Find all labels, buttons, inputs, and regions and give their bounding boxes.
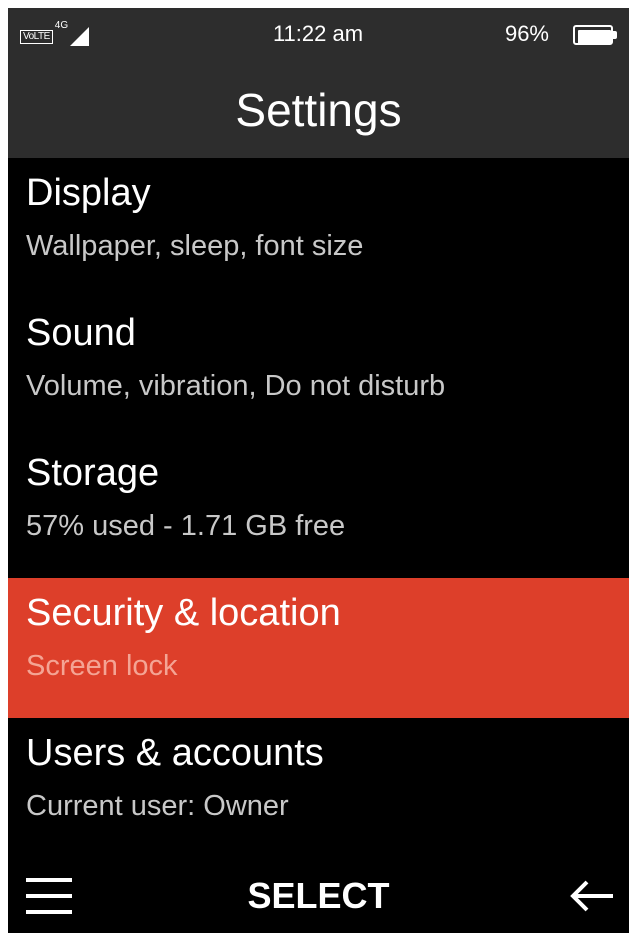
settings-item-security-location[interactable]: Security & location Screen lock [8, 578, 629, 718]
menu-icon[interactable] [26, 876, 72, 916]
status-time: 11:22 am [272, 21, 364, 46]
battery-tip [613, 31, 617, 39]
menu-icon-line [26, 910, 72, 914]
settings-item-sound[interactable]: Sound Volume, vibration, Do not disturb [8, 298, 629, 438]
settings-item-title: Sound [26, 312, 136, 354]
menu-icon-line [26, 878, 72, 882]
battery-percent: 96% [504, 21, 549, 46]
battery-fill [578, 30, 611, 44]
settings-list: Display Wallpaper, sleep, font size Soun… [8, 158, 629, 858]
settings-item-display[interactable]: Display Wallpaper, sleep, font size [8, 158, 629, 298]
settings-item-subtitle: 57% used - 1.71 GB free [26, 510, 346, 542]
status-indicators: VoLTE 4G [20, 21, 90, 47]
settings-item-subtitle: Wallpaper, sleep, font size [26, 230, 364, 262]
select-softkey[interactable]: SELECT [168, 876, 469, 916]
app-header: Settings [8, 60, 629, 158]
menu-icon-line [26, 894, 72, 898]
settings-item-title: Users & accounts [26, 732, 324, 774]
network-type-label: 4G [54, 20, 69, 31]
settings-item-title: Display [26, 172, 151, 214]
softkey-bar: SELECT [8, 858, 629, 933]
settings-item-storage[interactable]: Storage 57% used - 1.71 GB free [8, 438, 629, 578]
battery-icon [573, 25, 619, 45]
back-arrow-icon[interactable] [569, 878, 615, 914]
settings-item-subtitle: Screen lock [26, 650, 178, 682]
page-title: Settings [235, 84, 402, 136]
settings-item-subtitle: Current user: Owner [26, 790, 289, 822]
volte-icon: VoLTE [20, 30, 53, 44]
settings-item-subtitle: Volume, vibration, Do not disturb [26, 370, 446, 402]
phone-screen: VoLTE 4G 11:22 am 96% Settings Display W… [8, 8, 629, 933]
settings-item-title: Storage [26, 452, 160, 494]
battery-body [573, 25, 613, 45]
settings-item-title: Security & location [26, 592, 341, 634]
signal-icon [70, 27, 90, 46]
settings-item-users-accounts[interactable]: Users & accounts Current user: Owner [8, 718, 629, 858]
status-bar: VoLTE 4G 11:22 am 96% [8, 8, 629, 60]
